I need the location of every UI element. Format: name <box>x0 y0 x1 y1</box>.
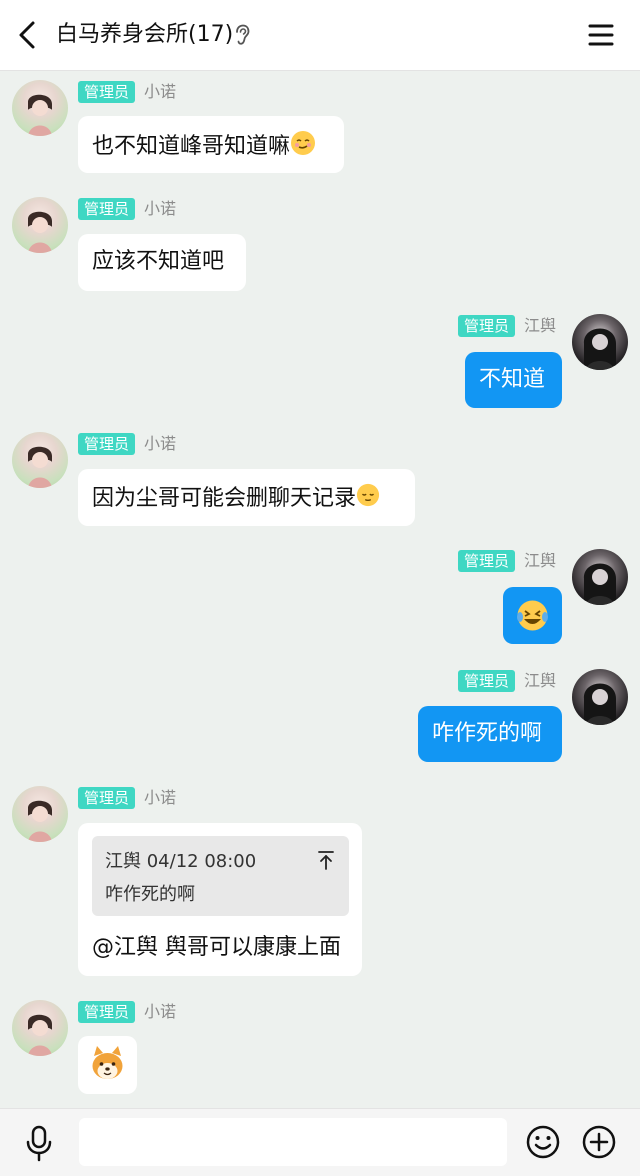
admin-badge: 管理员 <box>78 787 136 809</box>
message-bubble[interactable]: 也不知道峰哥知道嘛 <box>78 116 344 173</box>
ear-icon <box>232 24 252 46</box>
emoji-button[interactable] <box>524 1123 562 1161</box>
shiba-dog-sticker <box>92 1046 123 1079</box>
avatar[interactable] <box>572 314 628 370</box>
jump-to-original-icon[interactable] <box>315 849 337 871</box>
message-bubble[interactable]: 不知道 <box>465 352 562 408</box>
microphone-icon <box>26 1125 52 1162</box>
smiling-blush-emoji <box>290 130 316 164</box>
quote-author: 江舆 <box>105 851 141 872</box>
hamburger-menu-icon <box>588 24 614 46</box>
sender-name: 江舆 <box>524 551 557 570</box>
sender-name: 小诺 <box>144 82 177 101</box>
avatar[interactable] <box>12 197 68 253</box>
sender-name: 江舆 <box>524 671 557 690</box>
avatar[interactable] <box>12 432 68 488</box>
sender-name: 小诺 <box>144 434 177 453</box>
quote-text: 咋作死的啊 <box>105 884 195 905</box>
avatar[interactable] <box>12 80 68 136</box>
back-button[interactable] <box>8 15 48 55</box>
avatar[interactable] <box>572 549 628 605</box>
message-text: @江舆 舆哥可以康康上面 <box>92 935 341 960</box>
relieved-face-emoji <box>356 483 380 515</box>
plus-circle-icon <box>582 1125 616 1159</box>
message-bubble[interactable]: 因为尘哥可能会删聊天记录 <box>78 469 415 526</box>
admin-badge: 管理员 <box>458 550 516 572</box>
sender-name: 小诺 <box>144 199 177 218</box>
laughing-tears-sticker <box>517 600 548 631</box>
sender-name: 小诺 <box>144 1002 177 1021</box>
input-bar <box>0 1108 640 1176</box>
admin-badge: 管理员 <box>458 670 516 692</box>
message-text: 不知道 <box>479 367 546 392</box>
quote-header: 江舆 04/12 08:00 <box>105 847 256 873</box>
message-input[interactable] <box>79 1118 507 1166</box>
sticker-bubble[interactable] <box>78 1036 137 1094</box>
sender-name: 小诺 <box>144 788 177 807</box>
avatar[interactable] <box>12 786 68 842</box>
message-text: 因为尘哥可能会删聊天记录 <box>92 486 357 511</box>
sticker-bubble[interactable] <box>503 587 562 644</box>
voice-button[interactable] <box>20 1123 58 1163</box>
quoted-message[interactable]: 江舆 04/12 08:00 咋作死的啊 <box>92 836 349 916</box>
message-text: 咋作死的啊 <box>432 721 543 746</box>
smiley-icon <box>526 1125 560 1159</box>
avatar[interactable] <box>12 1000 68 1056</box>
more-actions-button[interactable] <box>580 1123 618 1161</box>
message-bubble[interactable]: 应该不知道吧 <box>78 234 246 291</box>
message-bubble[interactable]: 咋作死的啊 <box>418 706 562 762</box>
avatar[interactable] <box>572 669 628 725</box>
admin-badge: 管理员 <box>78 81 136 103</box>
chat-title[interactable]: 白马养身会所(17) <box>56 20 233 50</box>
admin-badge: 管理员 <box>458 315 516 337</box>
admin-badge: 管理员 <box>78 433 136 455</box>
admin-badge: 管理员 <box>78 1001 136 1023</box>
chat-header: 白马养身会所(17) <box>0 0 640 71</box>
message-text: 也不知道峰哥知道嘛 <box>92 134 291 159</box>
message-text: 应该不知道吧 <box>92 249 225 274</box>
quote-time: 04/12 08:00 <box>146 851 257 872</box>
admin-badge: 管理员 <box>78 198 136 220</box>
menu-button[interactable] <box>582 18 620 52</box>
chevron-left-icon <box>19 21 35 49</box>
sender-name: 江舆 <box>524 316 557 335</box>
